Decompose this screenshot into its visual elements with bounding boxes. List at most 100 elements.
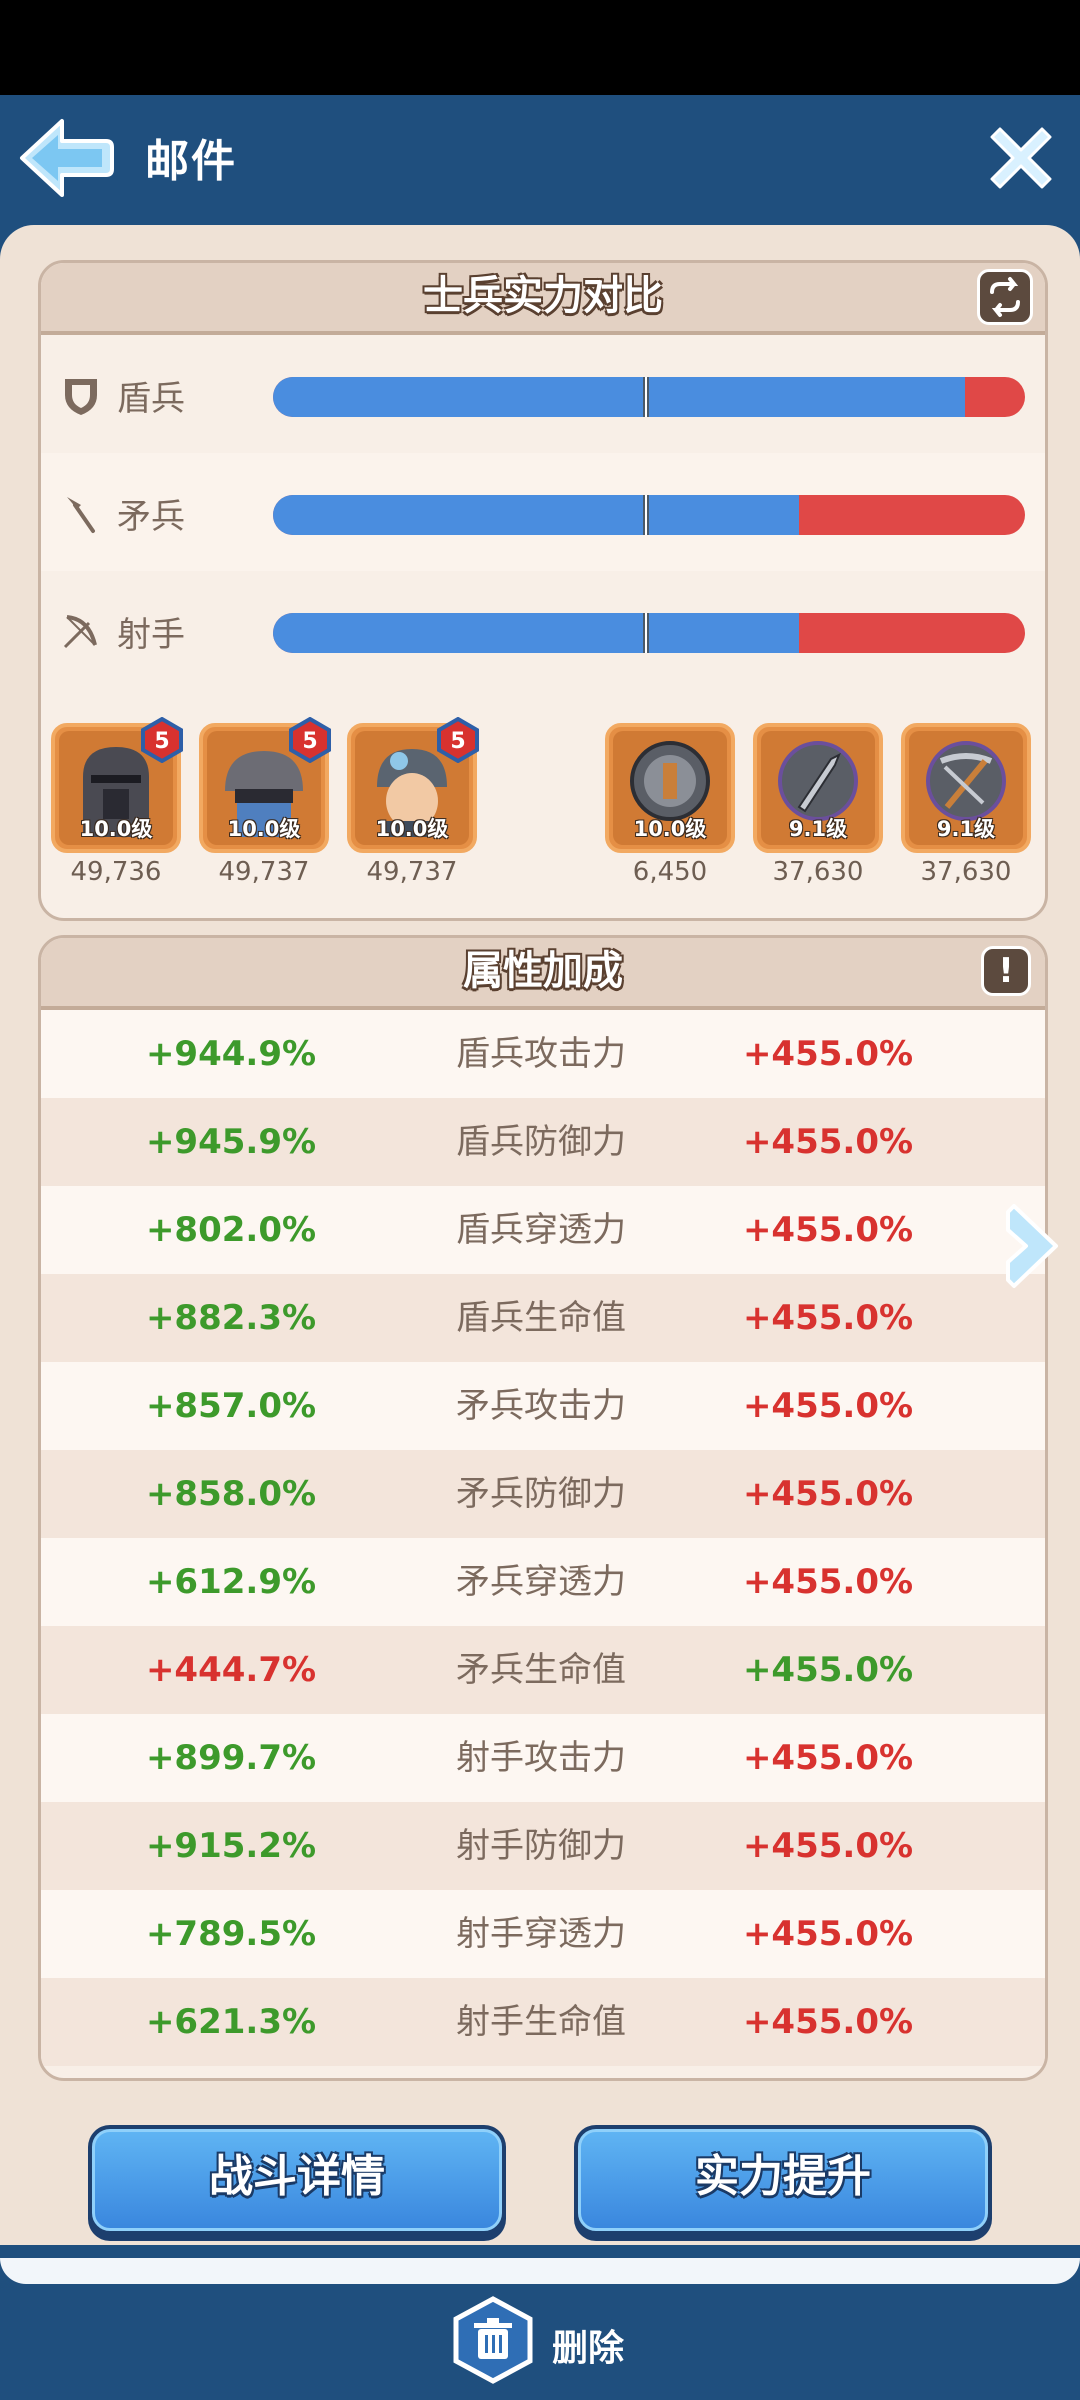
unit-level: 9.1级	[936, 817, 996, 841]
compare-label: 射手	[117, 615, 185, 655]
status-bar	[0, 0, 1080, 95]
attribute-name: 盾兵攻击力	[456, 1034, 626, 1074]
midpoint-marker	[643, 377, 649, 417]
battle-details-button[interactable]: 战斗详情	[88, 2125, 506, 2241]
unit-level: 10.0级	[633, 817, 707, 841]
unit-power: 6,450	[632, 857, 708, 887]
compare-row-archer: 射手	[41, 571, 1045, 689]
compare-label: 盾兵	[117, 379, 185, 419]
back-arrow-icon[interactable]	[14, 113, 114, 203]
unit-portrait: 9.1级	[753, 723, 883, 853]
close-icon[interactable]	[986, 123, 1056, 193]
enemy-bonus-value: +455.0%	[742, 1914, 914, 1954]
own-hero-card[interactable]: 10.0级 5 49,737	[347, 717, 479, 887]
attribute-name: 射手防御力	[456, 1826, 626, 1866]
enemy-bonus-value: +455.0%	[742, 2002, 914, 2042]
spear-icon	[67, 497, 95, 533]
own-hero-card[interactable]: 10.0级 5 49,736	[51, 717, 183, 887]
attribute-row: +945.9% 盾兵防御力 +455.0%	[41, 1098, 1045, 1186]
enemy-bonus-value: +455.0%	[742, 1210, 914, 1250]
enemy-bonus-value: +455.0%	[742, 1034, 914, 1074]
enemy-bonus-value: +455.0%	[742, 1738, 914, 1778]
star-badge-icon: 5	[437, 717, 479, 763]
attribute-name: 矛兵生命值	[456, 1650, 626, 1690]
hero-power: 49,737	[366, 857, 458, 887]
compare-row-spear: 矛兵	[41, 453, 1045, 571]
section-header: 士兵实力对比	[41, 263, 1045, 335]
info-button[interactable]: !	[981, 946, 1031, 996]
enemy-bonus-value: +455.0%	[742, 1474, 914, 1514]
delete-button[interactable]: 删除	[448, 2295, 688, 2385]
delete-label: 删除	[552, 2328, 625, 2369]
swap-button[interactable]	[977, 269, 1033, 325]
section-header: 属性加成 !	[41, 938, 1045, 1010]
section-title: 士兵实力对比	[423, 273, 663, 319]
strength-bar	[273, 495, 1025, 535]
own-bonus-value: +802.0%	[145, 1210, 317, 1250]
own-bonus-value: +621.3%	[145, 2002, 317, 2042]
own-bonus-value: +915.2%	[145, 1826, 317, 1866]
enemy-unit-card[interactable]: 9.1级 37,630	[753, 723, 883, 887]
section-title: 属性加成	[463, 948, 623, 994]
midpoint-marker	[643, 495, 649, 535]
snow-ledge	[0, 2258, 1080, 2284]
power-up-button[interactable]: 实力提升	[574, 2125, 992, 2241]
attribute-name: 盾兵生命值	[456, 1298, 626, 1338]
star-badge-icon: 5	[289, 717, 331, 763]
own-strength-fill	[273, 613, 800, 653]
unit-power: 37,630	[920, 857, 1012, 887]
swap-icon	[990, 277, 1020, 317]
attribute-row: +612.9% 矛兵穿透力 +455.0%	[41, 1538, 1045, 1626]
enemy-bonus-value: +455.0%	[742, 1386, 914, 1426]
enemy-bonus-value: +455.0%	[742, 1122, 914, 1162]
hero-power: 49,736	[70, 857, 162, 887]
own-bonus-value: +789.5%	[145, 1914, 317, 1954]
hero-level: 10.0级	[227, 817, 301, 841]
unit-portrait: 10.0级	[605, 723, 735, 853]
own-strength-fill	[273, 495, 800, 535]
own-bonus-value: +944.9%	[145, 1034, 317, 1074]
own-bonus-value: +857.0%	[145, 1386, 317, 1426]
button-label: 战斗详情	[209, 2151, 385, 2202]
attribute-name: 射手生命值	[456, 2002, 626, 2042]
attribute-row: +444.7% 矛兵生命值 +455.0%	[41, 1626, 1045, 1714]
enemy-unit-card[interactable]: 10.0级 6,450	[605, 723, 735, 887]
attribute-name: 矛兵防御力	[456, 1474, 626, 1514]
badge-number: 5	[450, 729, 465, 754]
hero-level: 10.0级	[79, 817, 153, 841]
own-hero-card[interactable]: 10.0级 5 49,737	[199, 717, 331, 887]
own-bonus-value: +858.0%	[145, 1474, 317, 1514]
own-bonus-value: +945.9%	[145, 1122, 317, 1162]
attribute-bonus-section: 属性加成 ! +944.9% 盾兵攻击力 +455.0% +945.9% 盾兵防御力 +4…	[38, 935, 1048, 2081]
hero-level: 10.0级	[375, 817, 449, 841]
enemy-unit-card[interactable]: 9.1级 37,630	[901, 723, 1031, 887]
next-page-arrow-icon[interactable]	[1004, 1200, 1064, 1292]
star-badge-icon: 5	[141, 717, 183, 763]
own-bonus-value: +444.7%	[145, 1650, 317, 1690]
attribute-row: +944.9% 盾兵攻击力 +455.0%	[41, 1010, 1045, 1098]
compare-row-shield: 盾兵	[41, 335, 1045, 453]
enemy-bonus-value: +455.0%	[742, 1298, 914, 1338]
button-label: 实力提升	[695, 2151, 871, 2202]
own-strength-fill	[273, 377, 965, 417]
unit-level: 9.1级	[788, 817, 848, 841]
attribute-row: +621.3% 射手生命值 +455.0%	[41, 1978, 1045, 2066]
shield-icon	[65, 379, 97, 415]
attribute-name: 射手穿透力	[456, 1914, 626, 1954]
attribute-name: 矛兵攻击力	[456, 1386, 626, 1426]
trash-icon	[453, 2296, 533, 2384]
own-bonus-value: +882.3%	[145, 1298, 317, 1338]
midpoint-marker	[643, 613, 649, 653]
unit-portrait: 9.1级	[901, 723, 1031, 853]
attribute-name: 盾兵穿透力	[456, 1210, 626, 1250]
attribute-row: +789.5% 射手穿透力 +455.0%	[41, 1890, 1045, 1978]
enemy-bonus-value: +455.0%	[742, 1826, 914, 1866]
enemy-bonus-value: +455.0%	[742, 1562, 914, 1602]
attribute-row: +882.3% 盾兵生命值 +455.0%	[41, 1274, 1045, 1362]
own-bonus-value: +612.9%	[145, 1562, 317, 1602]
attribute-row: +899.7% 射手攻击力 +455.0%	[41, 1714, 1045, 1802]
page-title: 邮件	[145, 136, 237, 187]
enemy-bonus-value: +455.0%	[742, 1650, 914, 1690]
strength-bar	[273, 377, 1025, 417]
badge-number: 5	[302, 729, 317, 754]
